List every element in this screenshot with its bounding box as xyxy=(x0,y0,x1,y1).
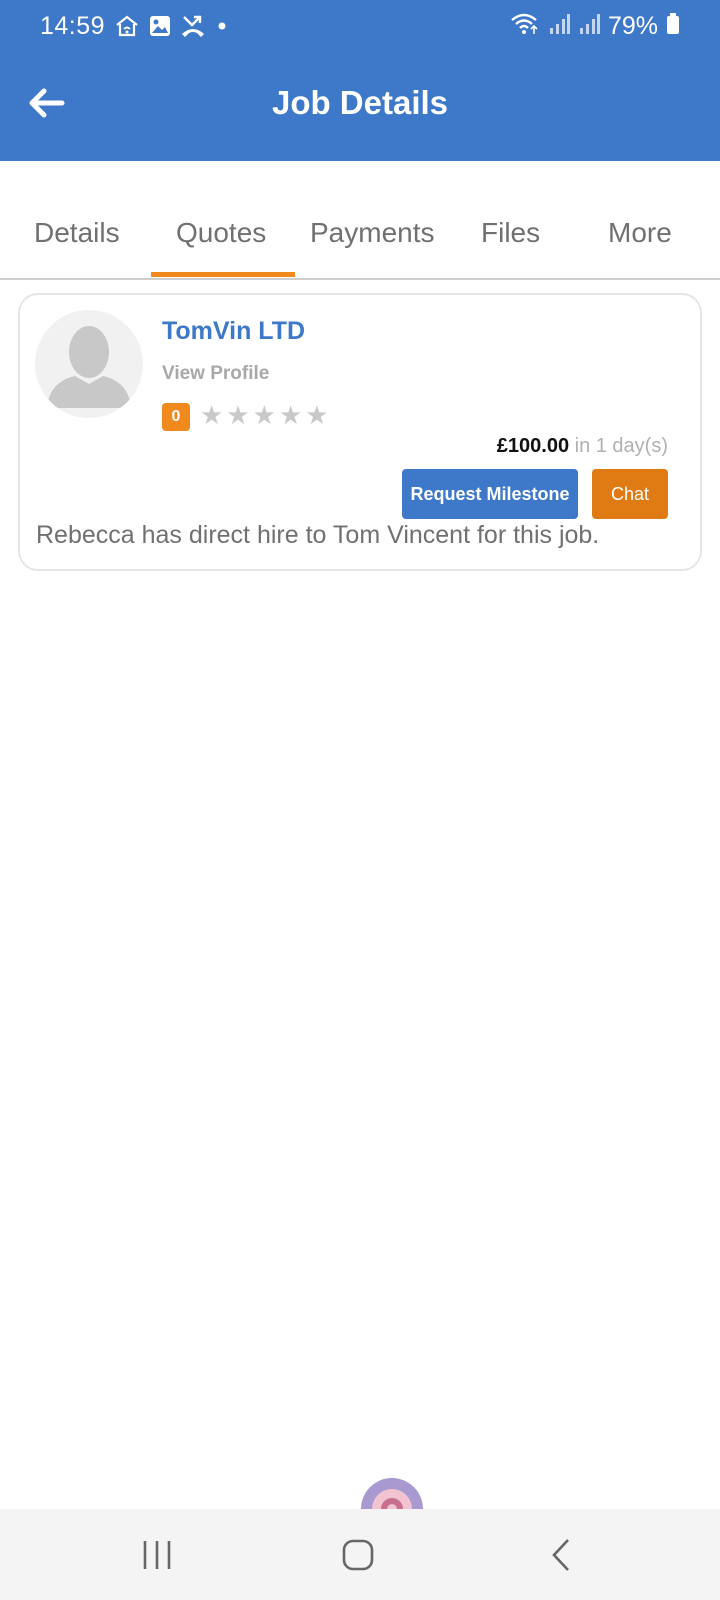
request-milestone-button[interactable]: Request Milestone xyxy=(402,469,578,519)
home-wifi-icon xyxy=(114,14,140,43)
recent-apps-button[interactable] xyxy=(135,1535,179,1575)
avatar[interactable] xyxy=(35,310,143,418)
home-button[interactable] xyxy=(336,1535,380,1575)
back-icon xyxy=(552,1539,569,1571)
tab-payments[interactable]: Payments xyxy=(310,217,435,249)
wifi-icon xyxy=(510,12,540,41)
view-profile-link[interactable]: View Profile xyxy=(162,363,269,385)
battery-percent: 79% xyxy=(607,12,658,40)
status-icons-right: 79% xyxy=(510,12,680,41)
quote-price: £100.00 xyxy=(496,435,570,457)
nav-back-button[interactable] xyxy=(540,1535,584,1575)
home-icon xyxy=(342,1539,374,1571)
status-icons-left xyxy=(114,14,230,43)
system-nav-bar xyxy=(0,1509,720,1600)
signal-icon xyxy=(578,12,600,41)
company-name[interactable]: TomVin LTD xyxy=(162,317,305,346)
quote-price-row: £100.00 in 1 day(s) xyxy=(497,435,668,458)
star-icon: ★ xyxy=(252,400,276,430)
gallery-icon xyxy=(148,14,172,43)
star-rating: ★ ★ ★ ★ ★ xyxy=(200,399,329,431)
recent-apps-icon xyxy=(143,1541,171,1569)
notification-dot-icon xyxy=(214,14,230,43)
quote-duration: in 1 day(s) xyxy=(574,435,668,457)
star-icon: ★ xyxy=(305,400,329,430)
rating-count-badge: 0 xyxy=(162,403,190,431)
hire-note: Rebecca has direct hire to Tom Vincent f… xyxy=(36,521,600,549)
active-tab-indicator xyxy=(151,272,295,277)
app-header: 14:59 79% Job Details xyxy=(0,0,720,161)
signal-icon xyxy=(548,12,570,41)
tab-details[interactable]: Details xyxy=(34,217,120,249)
chat-button[interactable]: Chat xyxy=(592,469,668,519)
tab-more[interactable]: More xyxy=(608,217,672,249)
status-bar: 14:59 79% xyxy=(0,0,720,54)
tab-files[interactable]: Files xyxy=(481,217,540,249)
tab-bar: Details Quotes Payments Files More xyxy=(0,161,720,280)
star-icon: ★ xyxy=(200,400,224,430)
default-avatar-icon xyxy=(47,326,131,408)
missed-call-icon xyxy=(180,14,206,43)
battery-icon xyxy=(666,12,680,41)
quote-card: TomVin LTD View Profile 0 ★ ★ ★ ★ ★ £100… xyxy=(18,293,702,571)
page-title: Job Details xyxy=(271,84,449,121)
tab-quotes[interactable]: Quotes xyxy=(176,217,266,249)
status-time: 14:59 xyxy=(40,12,106,40)
star-icon: ★ xyxy=(278,400,303,430)
star-icon: ★ xyxy=(226,400,250,430)
